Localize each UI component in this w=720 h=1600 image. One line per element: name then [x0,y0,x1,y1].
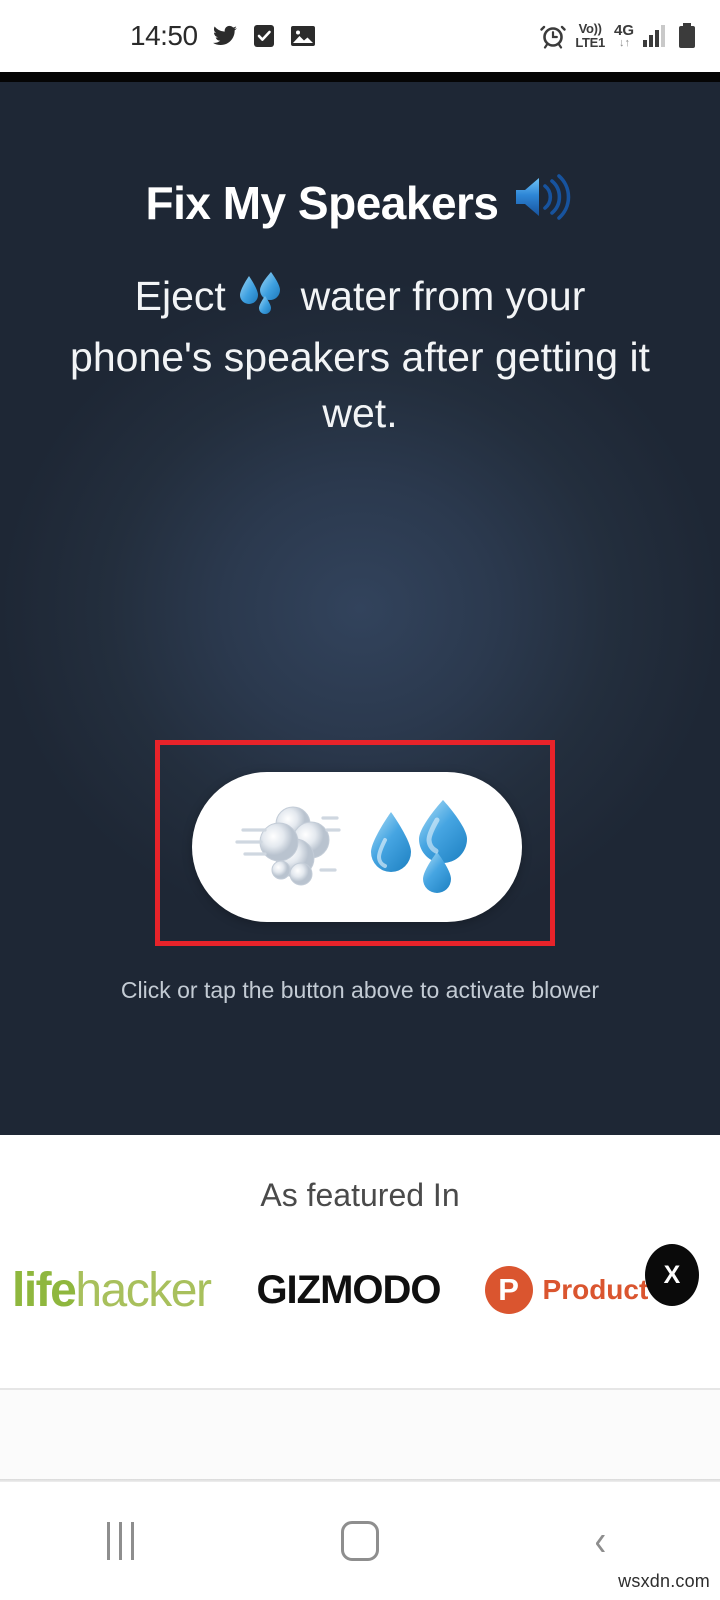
home-button[interactable] [285,1491,435,1591]
alarm-icon [540,23,567,49]
back-icon: ‹ [594,1516,606,1565]
status-bar-right: Vo)) LTE1 4G ↓↑ [540,22,696,49]
page-title-text: Fix My Speakers [145,176,499,229]
featured-logos-row: life hacker GIZMODO P Product H [0,1245,720,1335]
dashing-away-icon [235,796,343,899]
logo-gizmodo[interactable]: GIZMODO [256,1268,441,1313]
logo-lifehacker-bold: life [12,1263,77,1317]
logo-lifehacker-light: hacker [75,1263,212,1317]
battery-icon [678,23,696,49]
page-subtitle: Eject water from your phone's speakers a… [60,268,660,442]
system-navigation-bar: ‹ [0,1482,720,1600]
data-transfer-arrows: ↓↑ [618,37,630,49]
status-bar: 14:50 Vo)) LTE1 4G ↓↑ [0,0,720,72]
network-type-label: 4G [613,22,634,39]
close-ad-button[interactable]: X [645,1244,699,1306]
home-icon [341,1521,379,1561]
photo-icon [290,24,316,48]
status-time: 14:50 [130,20,198,51]
signal-bars-icon [643,24,669,48]
hero-section: Fix My Speakers Eject water from your ph… [0,82,720,1135]
network-4g-icon: 4G ↓↑ [614,23,634,49]
blower-hint-text: Click or tap the button above to activat… [120,977,600,1003]
watermark: wsxdn.com [618,1571,710,1591]
activate-blower-button[interactable] [192,772,522,922]
subtitle-part-1: Eject [134,273,226,319]
twitter-icon [212,23,238,49]
status-bar-left: 14:50 [130,20,316,52]
as-featured-section: As featured In life hacker GIZMODO P Prod… [0,1135,720,1388]
product-hunt-mark-icon: P [484,1266,533,1314]
as-featured-title: As featured In [260,1177,460,1213]
checkbox-icon [252,23,276,49]
recents-button[interactable] [45,1491,195,1591]
phone-screen: 14:50 Vo)) LTE1 4G ↓↑ Fix My Speakers Ej… [0,0,720,1600]
logo-lifehacker[interactable]: life hacker [12,1263,212,1318]
page-content-below [0,1390,720,1480]
page-title: Fix My Speakers [0,172,720,233]
speaker-loud-icon [513,172,575,233]
recents-icon [106,1522,134,1560]
browser-chrome-separator [0,72,720,82]
volte-icon: Vo)) LTE1 [575,21,605,50]
sweat-droplets-icon [367,796,479,899]
sweat-droplets-icon [237,270,289,329]
